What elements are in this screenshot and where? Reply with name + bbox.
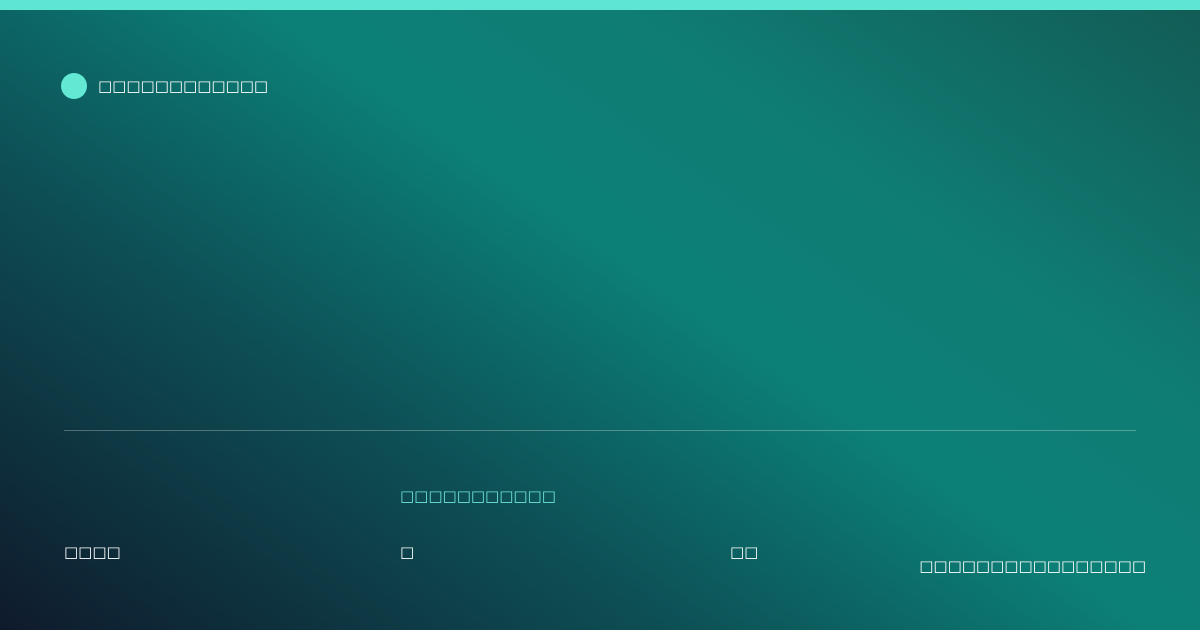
- caption-text: □□□□□□□□□□□: [400, 487, 556, 505]
- brand-name: □□□□□□□□□□□□: [98, 77, 269, 95]
- brand-header: □□□□□□□□□□□□: [61, 73, 268, 99]
- meta-text-third: □□: [730, 543, 759, 561]
- footer-note: □□□□□□□□□□□□□□□□: [919, 557, 1146, 575]
- top-accent-bar: [0, 0, 1200, 10]
- section-divider: [64, 430, 1136, 431]
- circle-logo-icon: [61, 73, 87, 99]
- meta-text-second: □: [400, 543, 415, 561]
- meta-text-first: □□□□: [64, 543, 121, 561]
